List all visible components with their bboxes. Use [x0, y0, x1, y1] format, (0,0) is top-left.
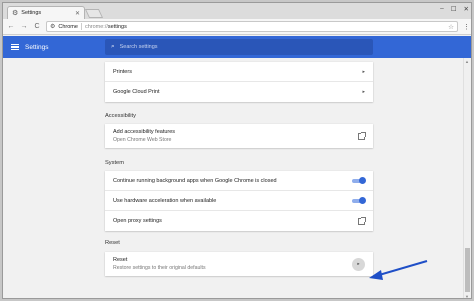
reset-label: Reset — [113, 257, 128, 263]
scroll-down-icon[interactable]: ▼ — [465, 294, 469, 298]
back-button[interactable]: ← — [7, 23, 15, 30]
printers-label: Printers — [113, 68, 132, 75]
chevron-right-icon: ▸ — [362, 89, 365, 95]
system-card: Continue running background apps when Go… — [105, 171, 373, 231]
proxy-row[interactable]: Open proxy settings — [105, 211, 373, 231]
scrollbar-thumb[interactable] — [465, 248, 470, 292]
address-bar[interactable]: ⚙ Chrome chrome://settings ☆ — [46, 21, 458, 32]
hamburger-icon[interactable] — [11, 44, 19, 50]
hw-accel-toggle[interactable] — [352, 196, 366, 204]
add-accessibility-row[interactable]: Add accessibility features Open Chrome W… — [105, 124, 373, 148]
reset-card: Reset Restore settings to their original… — [105, 252, 373, 276]
accessibility-section-title: Accessibility — [105, 113, 136, 119]
search-input[interactable]: ⌕ Search settings — [105, 39, 373, 55]
accessibility-card: Add accessibility features Open Chrome W… — [105, 124, 373, 148]
reset-row[interactable]: Reset Restore settings to their original… — [105, 252, 373, 276]
background-apps-label: Continue running background apps when Go… — [113, 177, 277, 184]
search-icon: ⌕ — [111, 43, 115, 50]
background-apps-row[interactable]: Continue running background apps when Go… — [105, 171, 373, 191]
search-placeholder: Search settings — [119, 44, 158, 50]
browser-toolbar: ← → C ⚙ Chrome chrome://settings ☆ ⋮ — [3, 19, 471, 35]
add-accessibility-sub: Open Chrome Web Store — [113, 137, 172, 143]
url-scheme: chrome:// — [84, 23, 108, 30]
reset-section-title: Reset — [105, 240, 120, 246]
new-tab-button[interactable] — [84, 9, 104, 18]
proxy-label: Open proxy settings — [113, 218, 162, 224]
hw-accel-label: Use hardware acceleration when available — [113, 197, 217, 204]
system-section-title: System — [105, 160, 124, 166]
printers-row[interactable]: Printers ▸ — [105, 62, 373, 82]
url-path: settings — [107, 23, 127, 30]
background-apps-toggle[interactable] — [352, 176, 366, 184]
tab-title: Settings — [21, 10, 42, 16]
tab-close-icon[interactable]: ✕ — [75, 10, 80, 17]
cloud-print-label: Google Cloud Print — [113, 89, 160, 95]
gear-icon: ⚙ — [12, 10, 19, 17]
maximize-button[interactable]: ☐ — [451, 5, 457, 13]
cloud-print-row[interactable]: Google Cloud Print ▸ — [105, 82, 373, 102]
add-accessibility-label: Add accessibility features — [113, 129, 176, 135]
chevron-right-icon: ▸ — [362, 68, 365, 75]
scrollbar[interactable]: ▲ ▼ — [463, 58, 471, 298]
page-title: Settings — [25, 43, 49, 51]
browser-window: ⚙ Settings ✕ – ☐ ✕ ← → C ⚙ Chrome chrome… — [2, 2, 472, 299]
reload-button[interactable]: C — [33, 23, 41, 30]
tab-strip: ⚙ Settings ✕ – ☐ ✕ — [3, 3, 471, 19]
external-link-icon — [358, 131, 366, 140]
browser-menu-icon[interactable]: ⋮ — [463, 23, 470, 31]
reset-sub: Restore settings to their original defau… — [113, 265, 206, 271]
hw-accel-row[interactable]: Use hardware acceleration when available — [105, 191, 373, 211]
printing-card: Printers ▸ Google Cloud Print ▸ — [105, 62, 373, 102]
scroll-up-icon[interactable]: ▲ — [465, 59, 469, 64]
tab-settings[interactable]: ⚙ Settings ✕ — [7, 6, 85, 19]
close-window-button[interactable]: ✕ — [464, 5, 469, 13]
settings-header: Settings ⌕ Search settings — [3, 36, 471, 58]
url-separator — [80, 23, 82, 30]
minimize-button[interactable]: – — [440, 5, 444, 13]
forward-button[interactable]: → — [20, 23, 28, 30]
chrome-page-icon: ⚙ — [50, 24, 56, 30]
external-link-icon — [358, 216, 366, 225]
window-controls: – ☐ ✕ — [440, 5, 469, 13]
annotation-arrow-icon — [369, 260, 428, 280]
bookmark-star-icon[interactable]: ☆ — [448, 23, 454, 31]
url-label: Chrome — [58, 23, 78, 30]
